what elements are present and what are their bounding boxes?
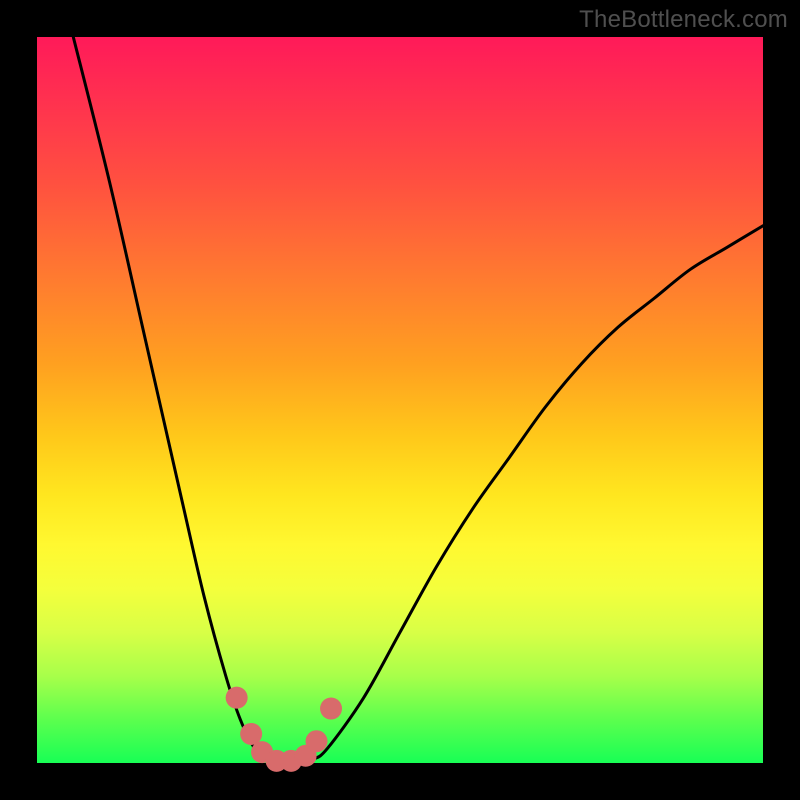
plot-area	[37, 37, 763, 763]
marker-point	[226, 687, 248, 709]
chart-svg	[37, 37, 763, 763]
watermark-text: TheBottleneck.com	[579, 6, 788, 34]
marker-point	[320, 698, 342, 720]
marker-point	[306, 730, 328, 752]
chart-frame: TheBottleneck.com	[0, 0, 800, 800]
bottleneck-curve	[73, 37, 763, 763]
marker-group	[226, 687, 342, 772]
